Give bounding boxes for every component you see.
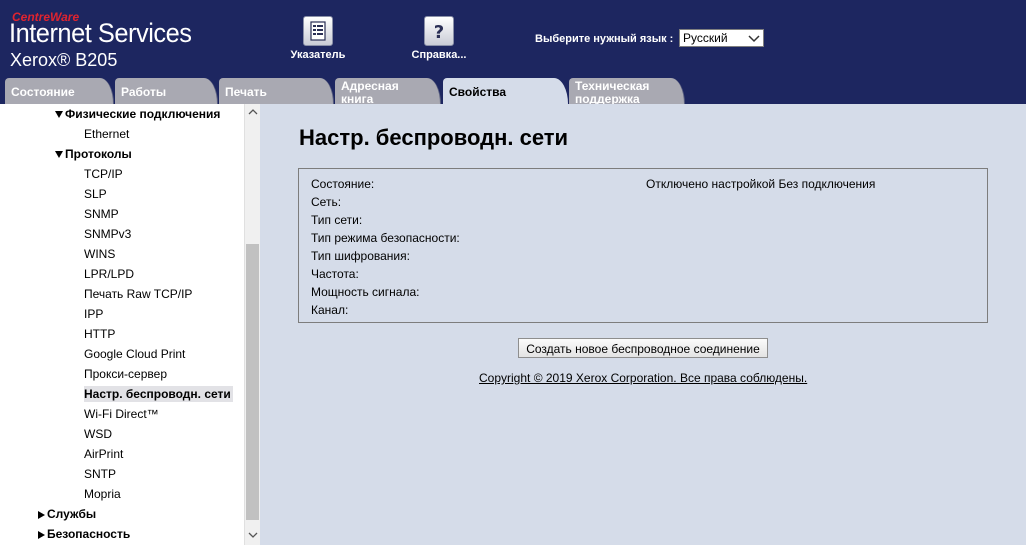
nav-item-wins[interactable]: WINS bbox=[84, 246, 115, 262]
nav-item-ethernet[interactable]: Ethernet bbox=[84, 126, 129, 142]
network-label: Сеть: bbox=[311, 195, 342, 209]
status-label: Состояние: bbox=[311, 177, 375, 191]
scroll-thumb[interactable] bbox=[246, 244, 259, 520]
nav-item-tcpip[interactable]: TCP/IP bbox=[84, 166, 123, 182]
nav-item-wifi-direct[interactable]: Wi-Fi Direct™ bbox=[84, 406, 159, 422]
help-question-icon: ? bbox=[424, 16, 454, 46]
language-selected-value: Русский bbox=[683, 31, 728, 45]
nav-item-slp[interactable]: SLP bbox=[84, 186, 107, 202]
tab-label: Работы bbox=[121, 85, 167, 99]
create-wireless-connection-button[interactable]: Создать новое беспроводное соединение bbox=[518, 338, 768, 358]
tab-support[interactable]: Техническая поддержка bbox=[569, 78, 685, 104]
nav-item-google-cloud-print[interactable]: Google Cloud Print bbox=[84, 346, 185, 362]
channel-label: Канал: bbox=[311, 303, 349, 317]
copyright-link[interactable]: Copyright © 2019 Xerox Corporation. Все … bbox=[479, 371, 807, 385]
tab-label: Печать bbox=[225, 85, 267, 99]
nav-security[interactable]: Безопасность bbox=[38, 526, 130, 542]
scroll-down-arrow-icon[interactable] bbox=[247, 529, 259, 541]
nav-item-mopria[interactable]: Mopria bbox=[84, 486, 121, 502]
help-button[interactable]: ? Справка... bbox=[389, 16, 489, 61]
nav-protocols[interactable]: Протоколы bbox=[55, 146, 132, 162]
encryption-type-label: Тип шифрования: bbox=[311, 249, 410, 263]
collapsed-triangle-icon bbox=[38, 530, 45, 539]
index-button[interactable]: Указатель bbox=[268, 16, 368, 61]
language-label: Выберите нужный язык : bbox=[535, 33, 674, 45]
tab-label: Адресная книга bbox=[341, 79, 399, 105]
status-value: Отключено настройкой Без подключения bbox=[646, 177, 876, 191]
expanded-triangle-icon bbox=[55, 151, 63, 159]
language-select[interactable]: Русский bbox=[679, 29, 764, 47]
nav-label: Службы bbox=[47, 507, 97, 521]
sidebar-scrollbar[interactable] bbox=[244, 104, 260, 545]
frequency-label: Частота: bbox=[311, 267, 359, 281]
nav-physical-connections[interactable]: Физические подключения bbox=[55, 106, 220, 122]
brand-title: Internet Services bbox=[9, 18, 192, 48]
help-label: Справка... bbox=[411, 49, 467, 61]
nav-item-proxy-server[interactable]: Прокси-сервер bbox=[84, 366, 167, 382]
index-label: Указатель bbox=[290, 49, 346, 61]
nav-item-ipp[interactable]: IPP bbox=[84, 306, 103, 322]
network-type-label: Тип сети: bbox=[311, 213, 363, 227]
tab-address-book[interactable]: Адресная книга bbox=[335, 78, 441, 104]
tab-label: Техническая поддержка bbox=[575, 79, 650, 105]
nav-label: Протоколы bbox=[65, 147, 132, 161]
nav-label: Безопасность bbox=[47, 527, 131, 541]
tab-status[interactable]: Состояние bbox=[5, 78, 114, 104]
nav-item-snmpv3[interactable]: SNMPv3 bbox=[84, 226, 131, 242]
security-mode-label: Тип режима безопасности: bbox=[311, 231, 460, 245]
collapsed-triangle-icon bbox=[38, 510, 45, 519]
nav-item-wsd[interactable]: WSD bbox=[84, 426, 112, 442]
tab-jobs[interactable]: Работы bbox=[115, 78, 218, 104]
sidebar-nav: Физические подключения Ethernet Протокол… bbox=[0, 104, 244, 545]
tab-label: Состояние bbox=[11, 85, 75, 99]
tab-label: Свойства bbox=[449, 85, 507, 99]
nav-item-wireless-settings[interactable]: Настр. беспроводн. сети bbox=[84, 386, 233, 402]
nav-item-lpr-lpd[interactable]: LPR/LPD bbox=[84, 266, 134, 282]
svg-text:?: ? bbox=[434, 22, 444, 42]
nav-item-snmp[interactable]: SNMP bbox=[84, 206, 119, 222]
page-title: Настр. беспроводн. сети bbox=[299, 125, 569, 150]
nav-services[interactable]: Службы bbox=[38, 506, 96, 522]
signal-strength-label: Мощность сигнала: bbox=[311, 285, 420, 299]
scroll-up-arrow-icon[interactable] bbox=[247, 106, 259, 118]
chevron-down-icon bbox=[748, 35, 760, 43]
index-book-icon bbox=[303, 16, 333, 46]
nav-label: Физические подключения bbox=[65, 107, 221, 121]
expanded-triangle-icon bbox=[55, 111, 63, 119]
nav-item-sntp[interactable]: SNTP bbox=[84, 466, 116, 482]
tab-print[interactable]: Печать bbox=[219, 78, 334, 104]
nav-item-raw-tcpip[interactable]: Печать Raw TCP/IP bbox=[84, 286, 192, 302]
nav-item-http[interactable]: HTTP bbox=[84, 326, 115, 342]
wireless-status-panel: Состояние: Отключено настройкой Без подк… bbox=[298, 168, 988, 323]
nav-item-airprint[interactable]: AirPrint bbox=[84, 446, 123, 462]
device-model: Xerox® B205 bbox=[10, 50, 118, 70]
tab-properties[interactable]: Свойства bbox=[443, 78, 568, 104]
